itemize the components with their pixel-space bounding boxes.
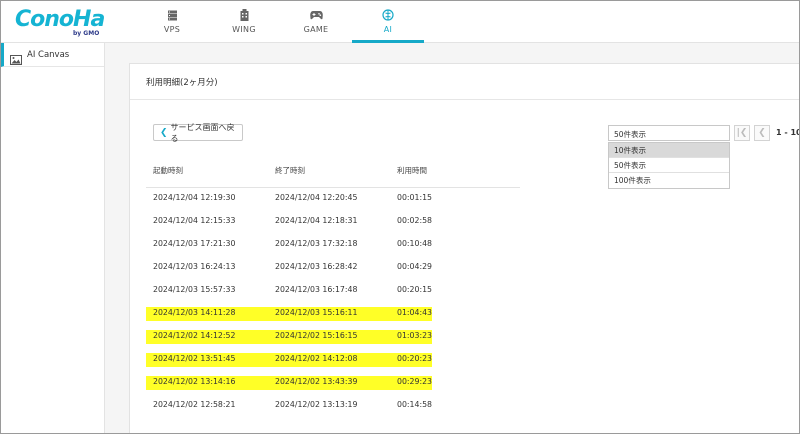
- nav-tab-label: GAME: [303, 25, 329, 34]
- cell-end-time: 2024/12/03 15:16:11: [275, 308, 358, 317]
- usage-table: 起動時刻 終了時刻 利用時間 2024/12/04 12:19:30 2024/1…: [146, 159, 520, 418]
- column-header-start: 起動時刻: [153, 166, 183, 175]
- nav-tab-ai[interactable]: AI: [352, 1, 424, 43]
- server-icon: [165, 8, 179, 22]
- cell-start-time: 2024/12/04 12:15:33: [153, 216, 236, 225]
- cell-start-time: 2024/12/03 17:21:30: [153, 239, 236, 248]
- nav-tab-label: AI: [383, 25, 393, 34]
- cell-start-time: 2024/12/03 15:57:33: [153, 285, 236, 294]
- cell-end-time: 2024/12/03 16:28:42: [275, 262, 358, 271]
- back-to-service-button[interactable]: ❮ サービス画面へ戻る: [153, 122, 243, 143]
- table-row: 2024/12/02 13:14:16 2024/12/02 13:43:39 00…: [146, 372, 520, 395]
- pagination-range: 1 - 10: [776, 128, 800, 137]
- cell-end-time: 2024/12/02 13:13:19: [275, 400, 358, 409]
- building-icon: [237, 8, 251, 22]
- back-button-label: サービス画面へ戻る: [170, 122, 235, 143]
- per-page-selected: 50件表示: [614, 130, 647, 139]
- ai-brain-icon: [381, 8, 395, 22]
- table-header: 起動時刻 終了時刻 利用時間: [146, 159, 520, 188]
- cell-duration: 00:29:23: [397, 377, 433, 386]
- page-title: 利用明細(2ヶ月分): [146, 78, 218, 88]
- nav-tab-game[interactable]: GAME: [280, 1, 352, 43]
- nav-tab-label: VPS: [163, 25, 181, 34]
- prev-page-icon: ❮: [758, 128, 766, 138]
- per-page-option-100[interactable]: 100件表示: [609, 173, 729, 188]
- table-row: 2024/12/04 12:19:30 2024/12/04 12:20:45 00…: [146, 188, 520, 211]
- cell-start-time: 2024/12/02 12:58:21: [153, 400, 236, 409]
- per-page-option-50[interactable]: 50件表示: [609, 158, 729, 173]
- conoha-logo[interactable]: ConoHa by GMO: [15, 7, 115, 37]
- sidebar-item-label: AI Canvas: [27, 49, 70, 60]
- cell-duration: 00:10:48: [397, 239, 433, 248]
- cell-duration: 00:01:15: [397, 193, 433, 202]
- column-header-end: 終了時刻: [275, 166, 305, 175]
- chevron-left-icon: ❮: [160, 127, 168, 138]
- top-header: ConoHa by GMO VPS WING GAME AI: [1, 1, 799, 43]
- table-row: 2024/12/02 13:51:45 2024/12/02 14:12:08 00…: [146, 349, 520, 372]
- table-row: 2024/12/03 14:11:28 2024/12/03 15:16:11 01…: [146, 303, 520, 326]
- first-page-icon: |❮: [736, 128, 748, 138]
- per-page-select[interactable]: 50件表示: [608, 125, 730, 141]
- column-header-duration: 利用時間: [397, 166, 427, 175]
- usage-details-card: 利用明細(2ヶ月分) ❮ サービス画面へ戻る 起動時刻 終了時刻 利用時間 20…: [129, 63, 800, 433]
- cell-start-time: 2024/12/03 14:11:28: [153, 308, 236, 317]
- divider: [130, 99, 799, 100]
- service-nav: VPS WING GAME AI: [136, 1, 424, 43]
- main-content: 利用明細(2ヶ月分) ❮ サービス画面へ戻る 起動時刻 終了時刻 利用時間 20…: [105, 43, 800, 433]
- cell-end-time: 2024/12/03 17:32:18: [275, 239, 358, 248]
- cell-end-time: 2024/12/04 12:20:45: [275, 193, 358, 202]
- cell-start-time: 2024/12/03 16:24:13: [153, 262, 236, 271]
- cell-duration: 00:04:29: [397, 262, 433, 271]
- cell-duration: 00:02:58: [397, 216, 433, 225]
- cell-duration: 00:20:15: [397, 285, 433, 294]
- cell-start-time: 2024/12/04 12:19:30: [153, 193, 236, 202]
- table-row: 2024/12/04 12:15:33 2024/12/04 12:18:31 00…: [146, 211, 520, 234]
- image-icon: [10, 50, 22, 65]
- cell-duration: 00:14:58: [397, 400, 433, 409]
- cell-end-time: 2024/12/04 12:18:31: [275, 216, 358, 225]
- cell-duration: 01:03:23: [397, 331, 433, 340]
- table-row: 2024/12/03 17:21:30 2024/12/03 17:32:18 00…: [146, 234, 520, 257]
- cell-duration: 01:04:43: [397, 308, 433, 317]
- nav-tab-label: WING: [232, 25, 256, 34]
- cell-end-time: 2024/12/03 16:17:48: [275, 285, 358, 294]
- table-row: 2024/12/02 12:58:21 2024/12/02 13:13:19 00…: [146, 395, 520, 418]
- logo-text: ConoHa: [15, 7, 105, 32]
- cell-end-time: 2024/12/02 14:12:08: [275, 354, 358, 363]
- prev-page-button[interactable]: ❮: [754, 125, 770, 141]
- cell-start-time: 2024/12/02 13:51:45: [153, 354, 236, 363]
- gamepad-icon: [309, 8, 323, 22]
- cell-end-time: 2024/12/02 13:43:39: [275, 377, 358, 386]
- cell-end-time: 2024/12/02 15:16:15: [275, 331, 358, 340]
- per-page-option-10[interactable]: 10件表示: [609, 143, 729, 158]
- logo-sub: by GMO: [73, 30, 100, 37]
- table-row: 2024/12/03 16:24:13 2024/12/03 16:28:42 00…: [146, 257, 520, 280]
- app-window: ConoHa by GMO VPS WING GAME AI AI Canvas…: [0, 0, 800, 434]
- nav-tab-wing[interactable]: WING: [208, 1, 280, 43]
- cell-start-time: 2024/12/02 13:14:16: [153, 377, 236, 386]
- first-page-button[interactable]: |❮: [734, 125, 750, 141]
- table-row: 2024/12/02 14:12:52 2024/12/02 15:16:15 01…: [146, 326, 520, 349]
- per-page-dropdown: 10件表示 50件表示 100件表示: [608, 142, 730, 189]
- sidebar-item-ai-canvas[interactable]: AI Canvas: [1, 43, 104, 67]
- sidebar: AI Canvas: [1, 43, 105, 433]
- table-row: 2024/12/03 15:57:33 2024/12/03 16:17:48 00…: [146, 280, 520, 303]
- table-body: 2024/12/04 12:19:30 2024/12/04 12:20:45 00…: [146, 188, 520, 418]
- nav-tab-vps[interactable]: VPS: [136, 1, 208, 43]
- cell-duration: 00:20:23: [397, 354, 433, 363]
- cell-start-time: 2024/12/02 14:12:52: [153, 331, 236, 340]
